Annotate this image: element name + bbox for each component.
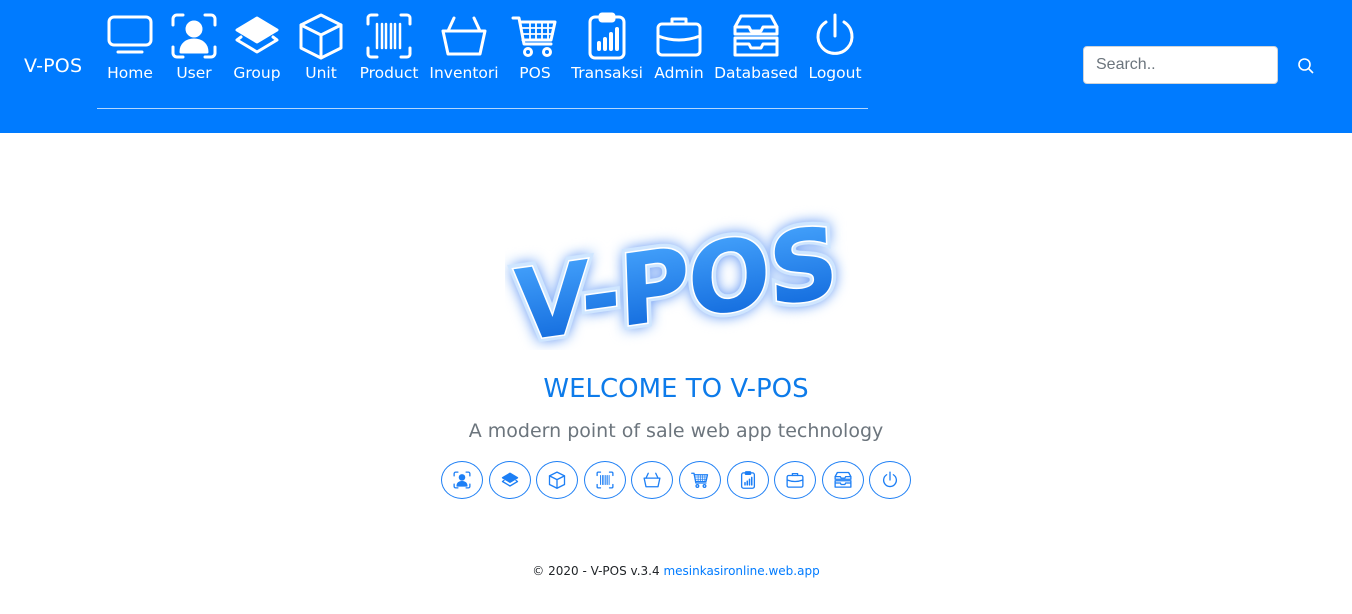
nav-item-label: Inventori — [429, 64, 499, 82]
footer: © 2020 - V-POS v.3.4 mesinkasironline.we… — [0, 564, 1352, 578]
box-icon — [299, 13, 343, 60]
search-icon — [1298, 58, 1314, 74]
footer-link[interactable]: mesinkasironline.web.app — [663, 564, 819, 578]
v-pos-logo: V-POS V-POS — [508, 201, 843, 350]
logo-text-front: V-POS — [513, 206, 839, 350]
cart-icon — [691, 472, 709, 488]
nav-item-inventori[interactable]: Inventori — [424, 0, 504, 100]
layers-icon — [235, 16, 279, 54]
nav-item-databased[interactable]: Databased — [714, 0, 798, 100]
shortcut-power-button[interactable] — [869, 461, 912, 499]
top-navbar: V-POS Home User Group Unit Product Inventori P… — [0, 0, 1352, 133]
barcode-icon — [596, 471, 614, 489]
shortcut-briefcase-button[interactable] — [774, 461, 817, 499]
shortcut-clipboard-chart-button[interactable] — [726, 461, 769, 499]
nav-item-transaksi[interactable]: Transaksi — [567, 0, 647, 100]
clipboard-chart-icon — [740, 471, 755, 489]
shortcut-inbox-stack-button[interactable] — [821, 461, 864, 499]
tagline: A modern point of sale web app technolog… — [468, 420, 884, 442]
nav-item-label: User — [176, 64, 212, 82]
cart-icon — [511, 16, 557, 57]
nav-item-logout[interactable]: Logout — [795, 0, 875, 100]
barcode-icon — [366, 13, 412, 59]
shortcut-barcode-button[interactable] — [583, 461, 626, 499]
layers-icon — [501, 472, 518, 487]
power-icon — [883, 471, 898, 488]
nav-item-label: Unit — [305, 64, 337, 82]
nav-item-label: Product — [359, 64, 419, 82]
nav-item-label: Logout — [808, 64, 862, 82]
nav-item-label: Databased — [714, 64, 798, 82]
basket-icon — [643, 472, 661, 488]
nav-item-pos[interactable]: POS — [495, 0, 575, 100]
user-icon — [171, 13, 217, 59]
main-nav: Home User Group Unit Product Inventori POS Tran… — [97, 0, 868, 109]
nav-item-label: Admin — [654, 64, 704, 82]
inbox-stack-icon — [733, 14, 779, 57]
welcome-heading: WELCOME TO V-POS — [543, 374, 809, 404]
box-icon — [549, 471, 566, 489]
shortcut-layers-button[interactable] — [488, 461, 531, 499]
power-icon — [816, 13, 854, 55]
brand-title[interactable]: V-POS — [24, 55, 82, 77]
footer-copyright: © 2020 - V-POS v.3.4 — [532, 564, 660, 578]
basket-icon — [441, 16, 487, 56]
clipboard-chart-icon — [588, 12, 626, 60]
nav-item-label: Home — [107, 64, 153, 82]
inbox-stack-icon — [834, 471, 852, 488]
shortcut-row — [441, 461, 913, 499]
nav-item-product[interactable]: Product — [349, 0, 429, 100]
monitor-icon — [107, 15, 153, 54]
user-icon — [453, 471, 471, 489]
search-input[interactable] — [1083, 46, 1278, 84]
shortcut-user-button[interactable] — [441, 461, 483, 499]
nav-item-label: Group — [233, 64, 281, 82]
nav-item-label: POS — [519, 64, 551, 82]
shortcut-box-button[interactable] — [536, 461, 579, 499]
briefcase-icon — [786, 472, 804, 488]
nav-item-label: Transaksi — [571, 64, 643, 82]
shortcut-cart-button[interactable] — [679, 461, 721, 499]
nav-item-admin[interactable]: Admin — [639, 0, 719, 100]
briefcase-icon — [656, 17, 702, 57]
search-button[interactable] — [1294, 54, 1318, 78]
shortcut-basket-button[interactable] — [631, 461, 674, 499]
